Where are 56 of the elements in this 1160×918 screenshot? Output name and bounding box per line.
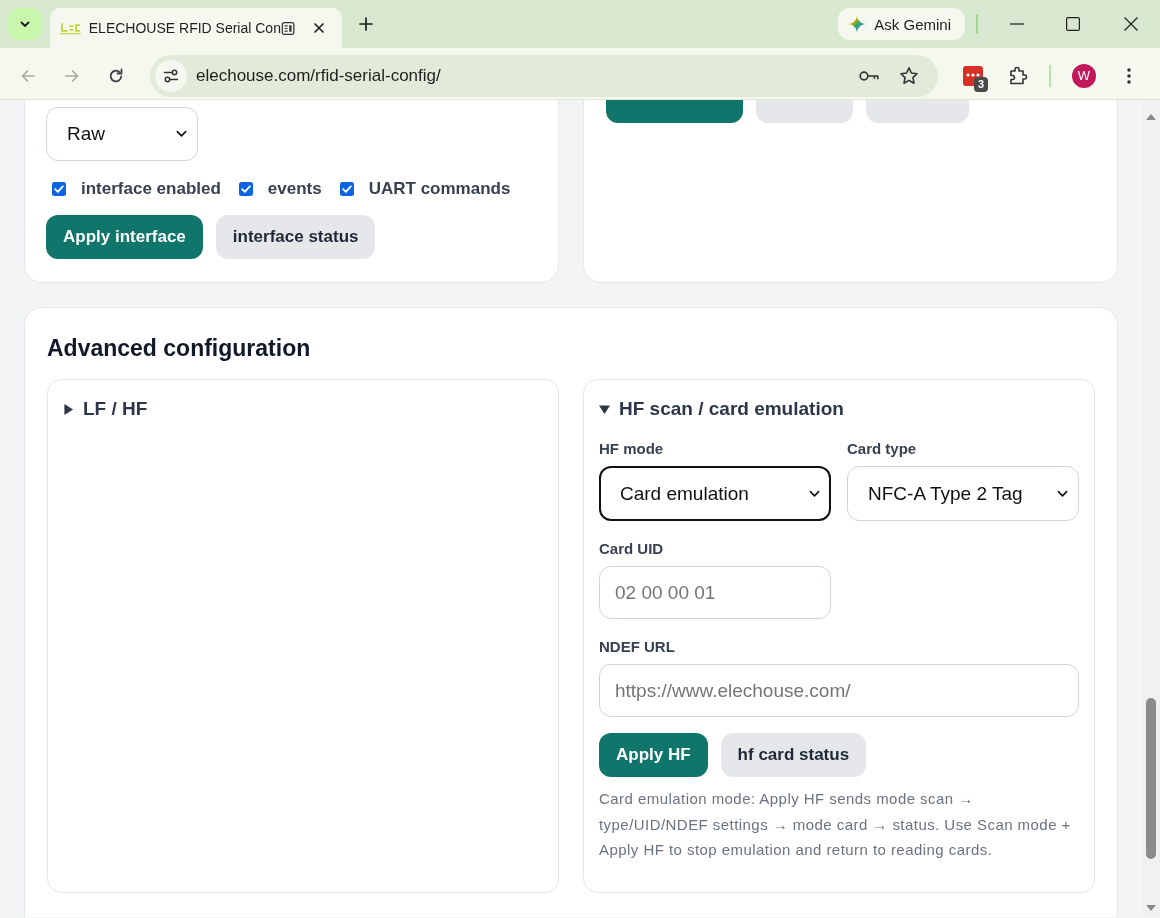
field-label: HF mode	[599, 440, 665, 458]
scroll-up-icon[interactable]	[1146, 114, 1156, 120]
maximize-icon	[1066, 17, 1080, 31]
section-title: Advanced configuration	[47, 334, 312, 362]
checkbox[interactable]	[52, 182, 66, 196]
field-label: Card UID	[599, 540, 665, 558]
site-info-button[interactable]	[155, 59, 187, 92]
dropdown[interactable]: Card emulation	[599, 466, 831, 521]
puzzle-icon	[1008, 65, 1028, 86]
dropdown[interactable]: Raw	[46, 107, 198, 161]
text-field[interactable]: https://www.elechouse.com/	[599, 664, 1079, 717]
chevron-down-icon	[176, 130, 187, 138]
tune-icon	[163, 67, 179, 84]
close-icon	[1123, 17, 1138, 31]
extension-button[interactable]: 3	[956, 58, 990, 93]
close-icon	[312, 22, 325, 34]
chevron-down-icon	[1057, 489, 1068, 498]
panel-toggle[interactable]: LF / HF	[63, 397, 543, 421]
primary-button[interactable]: Apply interface	[46, 215, 203, 259]
primary-button[interactable]: Apply HF	[599, 733, 708, 777]
dropdown[interactable]: NFC-A Type 2 Tag	[847, 466, 1079, 521]
secondary-button[interactable]: interface status	[215, 215, 376, 259]
chevron-down-icon	[809, 489, 820, 498]
document-icon	[280, 20, 296, 36]
scroll-down-icon[interactable]	[1146, 905, 1156, 911]
reload-icon	[108, 67, 124, 84]
secondary-button[interactable]: hf card status	[720, 733, 867, 777]
caret-right-icon	[63, 403, 74, 415]
tab-search-button[interactable]	[8, 8, 42, 40]
tab-title: ELECHOUSE RFID Serial Con	[88, 20, 281, 36]
ask-gemini-button[interactable]: Ask Gemini	[838, 8, 965, 40]
badge-count: 3	[974, 76, 989, 92]
checkbox-label: UART commands	[368, 179, 511, 199]
address-bar[interactable]: elechouse.com/rfid-serial-config/	[150, 54, 938, 97]
checkbox[interactable]	[238, 182, 253, 196]
scrollbar[interactable]	[1142, 100, 1160, 917]
url-text: elechouse.com/rfid-serial-config/	[196, 65, 441, 86]
sparkle-icon	[848, 15, 867, 33]
favicon-icon	[60, 21, 81, 35]
checkbox-label: events	[267, 179, 322, 199]
arrow-left-icon	[20, 67, 36, 84]
text-field[interactable]: 02 00 00 01	[599, 566, 831, 619]
help-text: Card emulation mode: Apply HF sends mode scan → type/UID/NDEF settings → mode card → status. Use Scan mode + Apply HF to stop emulation and return to reading cards.	[599, 789, 1072, 860]
field-label: Card type	[847, 440, 918, 458]
scroll-thumb[interactable]	[1146, 698, 1156, 859]
panel-toggle[interactable]: HF scan / card emulation	[599, 397, 1079, 421]
chevron-down-icon	[19, 18, 31, 30]
field-label: NDEF URL	[599, 638, 676, 656]
kebab-menu-icon	[1127, 67, 1131, 84]
browser-tab[interactable]: ELECHOUSE RFID Serial Con	[50, 8, 342, 48]
checkbox-label: interface enabled	[81, 179, 221, 199]
plus-icon	[359, 17, 373, 31]
checkbox[interactable]	[339, 182, 354, 196]
star-icon	[899, 65, 919, 86]
arrow-right-icon	[64, 67, 80, 84]
caret-down-icon	[599, 403, 610, 415]
